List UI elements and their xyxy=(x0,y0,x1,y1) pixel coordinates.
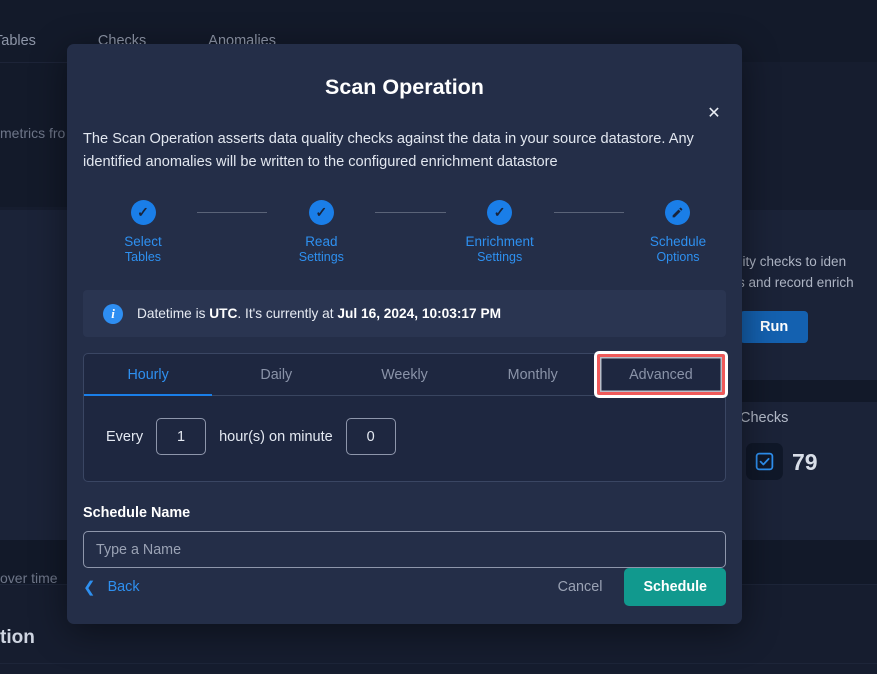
minute-input[interactable] xyxy=(345,418,396,456)
stepper-step-schedule-label: Schedule xyxy=(649,233,707,249)
modal-footer: ❮ Back Cancel Schedule xyxy=(67,568,742,606)
back-button-label: Back xyxy=(107,579,140,595)
datetime-info-banner: i Datetime is UTC. It's currently at Jul… xyxy=(83,290,726,338)
hours-input[interactable] xyxy=(156,418,207,456)
background-bottom-title: tion xyxy=(0,627,35,648)
stepper-connector-1 xyxy=(197,211,268,213)
cancel-button[interactable]: Cancel xyxy=(558,579,603,595)
stepper-step-read-label: Read xyxy=(305,233,338,249)
pencil-icon xyxy=(665,199,691,225)
background-checks-count: 79 xyxy=(792,449,818,475)
stepper-step-schedule[interactable]: Schedule Options xyxy=(624,199,732,265)
datetime-info-text: Datetime is UTC. It's currently at Jul 1… xyxy=(137,306,501,321)
background-checks-label: Checks xyxy=(740,410,789,426)
check-square-icon xyxy=(746,443,783,480)
stepper-step-schedule-sub: Options xyxy=(656,250,700,265)
background-run-button[interactable]: Run xyxy=(740,311,809,343)
info-timezone: UTC xyxy=(209,306,238,322)
schedule-name-input[interactable] xyxy=(83,531,726,569)
check-icon: ✓ xyxy=(487,199,513,225)
schedule-name-label: Schedule Name xyxy=(83,505,191,522)
stepper-step-select-sub: Tables xyxy=(124,250,162,265)
stepper-connector-2 xyxy=(375,211,446,213)
tab-daily[interactable]: Daily xyxy=(212,354,340,395)
every-label: Every xyxy=(106,428,144,445)
stepper-step-read[interactable]: ✓ Read Settings xyxy=(267,199,375,265)
schedule-frequency-tabs: Hourly Daily Weekly Monthly Advanced Eve… xyxy=(83,351,729,483)
close-icon[interactable]: ✕ xyxy=(700,100,728,128)
scan-operation-modal: ✕ Scan Operation The Scan Operation asse… xyxy=(67,44,742,624)
tab-weekly[interactable]: Weekly xyxy=(340,354,468,395)
hourly-settings-panel: Every hour(s) on minute xyxy=(84,396,725,481)
info-middle: . It's currently at xyxy=(237,306,338,322)
stepper-step-read-sub: Settings xyxy=(298,250,344,265)
stepper-step-enrichment[interactable]: ✓ Enrichment Settings xyxy=(446,199,554,265)
modal-description: The Scan Operation asserts data quality … xyxy=(83,131,694,170)
check-icon: ✓ xyxy=(308,199,334,225)
back-button[interactable]: ❮ Back xyxy=(83,575,140,599)
info-datetime: Jul 16, 2024, 10:03:17 PM xyxy=(337,306,501,322)
schedule-button[interactable]: Schedule xyxy=(624,568,726,606)
wizard-stepper: ✓ Select Tables ✓ Read Settings ✓ Enrich… xyxy=(89,199,732,265)
check-icon: ✓ xyxy=(130,199,156,225)
background-hr-2 xyxy=(0,663,877,664)
tab-hourly[interactable]: Hourly xyxy=(84,354,213,397)
tab-monthly[interactable]: Monthly xyxy=(469,354,597,395)
stepper-step-select[interactable]: ✓ Select Tables xyxy=(89,199,197,265)
chevron-left-icon: ❮ xyxy=(83,578,96,596)
info-prefix: Datetime is xyxy=(137,306,210,322)
stepper-step-enrichment-sub: Settings xyxy=(477,250,523,265)
stepper-connector-3 xyxy=(553,211,624,213)
info-icon: i xyxy=(103,303,123,324)
stepper-step-enrichment-label: Enrichment xyxy=(465,233,534,249)
hours-on-minute-label: hour(s) on minute xyxy=(219,428,333,445)
background-divider xyxy=(740,380,877,402)
modal-title: Scan Operation xyxy=(325,75,484,99)
stepper-step-select-label: Select xyxy=(124,233,162,249)
tab-advanced[interactable]: Advanced xyxy=(593,351,729,399)
background-tab-tables[interactable]: Tables xyxy=(0,33,36,49)
tab-row: Hourly Daily Weekly Monthly Advanced xyxy=(84,351,729,399)
